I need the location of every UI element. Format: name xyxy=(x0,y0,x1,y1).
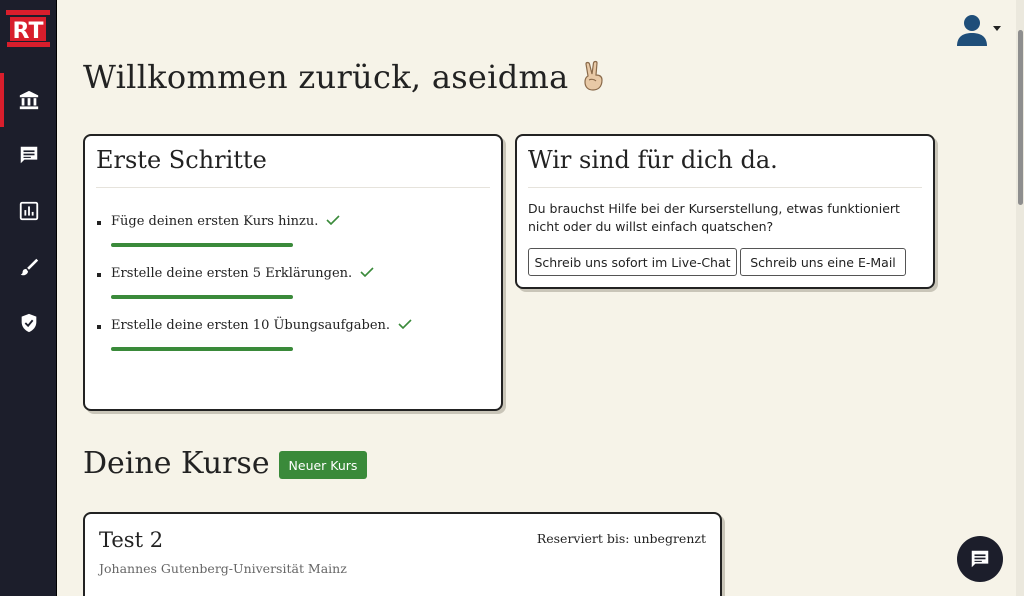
checkmark-icon xyxy=(398,319,412,329)
sidebar-item-institution[interactable] xyxy=(0,73,57,127)
institution-icon xyxy=(19,90,38,110)
sidebar-item-chat[interactable] xyxy=(0,128,57,182)
page-title: Willkommen zurück, aseidma ✌🏼 xyxy=(83,58,609,96)
step-label: Füge deinen ersten Kurs hinzu. xyxy=(111,214,319,229)
progress-bar xyxy=(111,243,293,247)
victory-hand-icon xyxy=(579,60,609,92)
logo-text: RT xyxy=(13,19,44,44)
sidebar-item-statistics[interactable] xyxy=(0,184,57,238)
new-course-button[interactable]: Neuer Kurs xyxy=(279,451,367,479)
help-text: Du brauchst Hilfe bei der Kurserstellung… xyxy=(528,201,900,234)
chat-button[interactable] xyxy=(957,536,1003,582)
getting-started-card: Erste Schritte Füge deinen ersten Kurs h… xyxy=(83,134,503,411)
user-avatar[interactable] xyxy=(954,12,990,48)
section-title: Deine Kurse xyxy=(83,446,270,481)
divider xyxy=(96,187,490,188)
brush-icon xyxy=(20,258,38,276)
chat-icon xyxy=(20,146,37,164)
user-icon xyxy=(957,15,987,46)
welcome-text: Willkommen zurück, aseidma xyxy=(83,58,569,96)
bullet xyxy=(97,325,101,329)
chevron-down-icon[interactable] xyxy=(993,26,1001,31)
divider xyxy=(528,187,922,188)
help-card: Wir sind für dich da. Du brauchst Hilfe … xyxy=(515,134,935,289)
progress-bar xyxy=(111,295,293,299)
sidebar-item-design[interactable] xyxy=(0,240,57,294)
progress-bar xyxy=(111,347,293,351)
checkmark-icon xyxy=(360,267,374,277)
course-title: Test 2 xyxy=(99,528,164,552)
email-button[interactable]: Schreib uns eine E-Mail xyxy=(740,248,906,276)
chart-icon xyxy=(19,201,38,221)
step-label: Erstelle deine ersten 10 Übungsaufgaben. xyxy=(111,318,391,333)
chat-icon xyxy=(971,550,989,568)
course-university: Johannes Gutenberg-Universität Mainz xyxy=(99,561,347,576)
sidebar-item-security[interactable] xyxy=(0,296,57,350)
step-label: Erstelle deine ersten 5 Erklärungen. xyxy=(111,266,353,281)
rt-logo[interactable]: RT xyxy=(6,8,50,50)
scrollbar-thumb[interactable] xyxy=(1018,30,1023,205)
checkmark-icon xyxy=(326,215,340,225)
card-title: Erste Schritte xyxy=(96,146,267,174)
course-reservation: Reserviert bis: unbegrenzt xyxy=(536,531,706,546)
bullet xyxy=(97,221,101,225)
card-title: Wir sind für dich da. xyxy=(528,146,778,174)
live-chat-button[interactable]: Schreib uns sofort im Live-Chat xyxy=(528,248,737,276)
shield-check-icon xyxy=(21,313,36,333)
course-card[interactable]: Test 2 Johannes Gutenberg-Universität Ma… xyxy=(83,512,722,596)
bullet xyxy=(97,273,101,277)
sidebar: RT xyxy=(0,0,57,596)
